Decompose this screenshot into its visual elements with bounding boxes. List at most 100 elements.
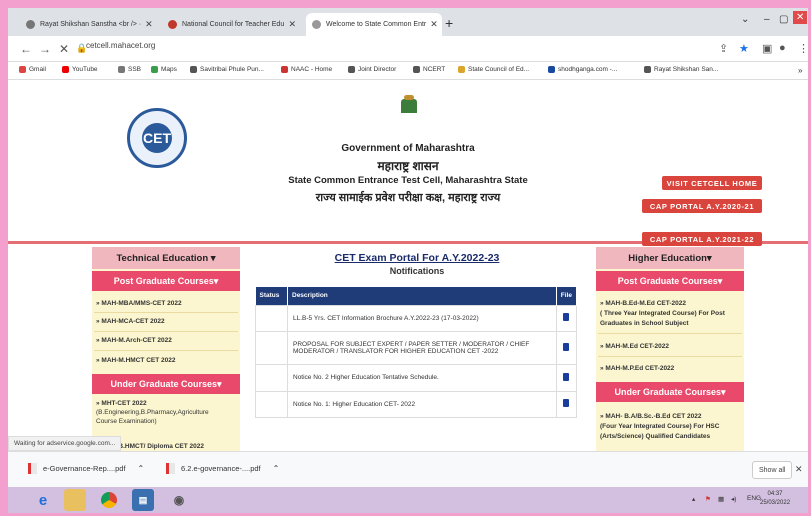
maximize-icon[interactable]: ▢	[779, 14, 788, 25]
tab-cetcell[interactable]: Welcome to State Common Entr ✕	[306, 13, 442, 36]
close-shelf-icon[interactable]: ✕	[795, 464, 803, 475]
bookmarks-bar: Gmail YouTube SSB Maps Savitribai Phule …	[8, 62, 808, 80]
globe-icon	[118, 66, 125, 73]
download-label: 6.2.e-governance-....pdf	[181, 464, 261, 473]
mca-cet-link[interactable]: » MAH-MCA-CET 2022	[96, 317, 165, 326]
ba-bsc-bed-cet-link[interactable]: » MAH- B.A/B.Sc.-B.Ed CET 2022	[600, 412, 702, 421]
bookmark-ncert[interactable]: NCERT	[413, 66, 445, 73]
cap-portal-2021-button[interactable]: CAP PORTAL A.Y.2021-22	[642, 232, 762, 246]
file-icon[interactable]	[563, 399, 570, 407]
flag-icon[interactable]: ⚑	[705, 495, 711, 503]
media-icon[interactable]: ◉	[168, 489, 190, 511]
bookmark-joint-director[interactable]: Joint Director	[348, 66, 396, 73]
tab-bar: Rayat Shikshan Sanstha <br /> · ✕ Nation…	[8, 8, 808, 36]
stop-icon[interactable]: ✕	[59, 42, 69, 56]
notification-link[interactable]: Notice No. 1: Higher Education CET- 2022	[287, 390, 557, 418]
bookmark-naac[interactable]: NAAC - Home	[281, 66, 332, 73]
maps-icon	[151, 66, 158, 73]
bookmark-ssb[interactable]: SSB	[118, 66, 141, 73]
bookmark-youtube[interactable]: YouTube	[62, 66, 98, 73]
share-icon[interactable]: ⇪	[719, 42, 728, 55]
mped-cet-link[interactable]: » MAH-M.P.Ed CET-2022	[600, 364, 674, 373]
file-icon[interactable]	[563, 313, 570, 321]
bed-med-desc: ( Three Year Integrated Course) For Post	[600, 310, 725, 317]
extensions-icon[interactable]: ▣	[762, 42, 772, 55]
right-pg-courses-menu[interactable]: Post Graduate Courses▾	[596, 271, 744, 291]
divider	[94, 350, 238, 351]
visit-cetcell-home-button[interactable]: VISIT CETCELL HOME	[662, 176, 762, 190]
tab-rayat[interactable]: Rayat Shikshan Sanstha <br /> · ✕	[20, 13, 158, 36]
bed-med-cet-link[interactable]: » MAH-B.Ed-M.Ed CET-2022	[600, 299, 686, 308]
more-bookmarks-icon[interactable]: »	[798, 66, 802, 75]
chevron-up-icon[interactable]: ⌃	[138, 464, 145, 473]
minimize-icon[interactable]: –	[764, 14, 770, 25]
file-explorer-icon[interactable]	[64, 489, 86, 511]
ie-icon[interactable]: e	[32, 489, 54, 511]
notification-link[interactable]: LL.B-5 Yrs. CET Information Brochure A.Y…	[287, 304, 557, 332]
globe-icon	[644, 66, 651, 73]
left-ug-courses-menu[interactable]: Under Graduate Courses▾	[92, 374, 240, 394]
bookmark-maps[interactable]: Maps	[151, 66, 177, 73]
new-tab-button[interactable]: +	[445, 15, 453, 31]
download-item[interactable]: 6.2.e-governance-....pdf ⌃	[166, 463, 279, 474]
bookmark-state-council[interactable]: State Council of Ed...	[458, 66, 529, 73]
back-icon[interactable]: ←	[20, 42, 32, 56]
network-icon[interactable]: ▦	[718, 495, 724, 503]
forward-icon[interactable]: →	[39, 42, 51, 56]
url-field[interactable]: cetcell.mahacet.org	[86, 41, 155, 50]
globe-icon	[413, 66, 420, 73]
close-window-icon[interactable]: ✕	[793, 11, 808, 24]
menu-icon[interactable]: ⋮	[798, 42, 808, 55]
gov-title-marathi: महाराष्ट्र शासन	[377, 159, 439, 173]
march-cet-link[interactable]: » MAH-M.Arch-CET 2022	[96, 336, 172, 345]
youtube-icon	[62, 66, 69, 73]
web-page: CET Government of Maharashtra महाराष्ट्र…	[8, 81, 808, 451]
table-header: Status Description File	[255, 287, 578, 305]
volume-icon[interactable]: ◂)	[731, 495, 736, 503]
close-tab-icon[interactable]: ✕	[141, 19, 153, 30]
bookmark-savitribai[interactable]: Savitribai Phule Pun...	[190, 66, 264, 73]
close-tab-icon[interactable]: ✕	[284, 19, 296, 30]
bookmark-rayat[interactable]: Rayat Shikshan San...	[644, 66, 718, 73]
file-icon[interactable]	[563, 372, 570, 381]
app-icon[interactable]: ▤	[132, 489, 154, 511]
bed-med-desc: Graduates in School Subject	[600, 320, 689, 327]
chevron-up-icon[interactable]: ⌃	[273, 464, 280, 473]
bookmark-label: Rayat Shikshan San...	[654, 66, 719, 73]
portal-title[interactable]: CET Exam Portal For A.Y.2022-23	[258, 252, 576, 264]
globe-icon	[190, 66, 197, 73]
notification-link[interactable]: Notice No. 2 Higher Education Tentative …	[287, 363, 557, 392]
right-ug-courses-menu[interactable]: Under Graduate Courses▾	[596, 382, 744, 402]
cap-portal-2020-button[interactable]: CAP PORTAL A.Y.2020-21	[642, 199, 762, 213]
profile-icon[interactable]: ●	[779, 42, 786, 54]
status-cell	[255, 330, 288, 365]
status-cell	[255, 363, 288, 392]
mht-cet-link[interactable]: » MHT-CET 2022	[96, 399, 147, 408]
bookmark-star-icon[interactable]: ★	[739, 42, 749, 55]
chrome-icon[interactable]	[98, 489, 120, 511]
tab-ncte[interactable]: National Council for Teacher Edu ✕	[162, 13, 302, 36]
divider	[94, 331, 238, 332]
technical-education-menu[interactable]: Technical Education ▾	[92, 247, 240, 269]
language-indicator[interactable]: ENG	[747, 495, 761, 502]
gmail-icon	[19, 66, 26, 73]
download-item[interactable]: e-Governance-Rep....pdf ⌃	[28, 463, 144, 474]
shodhganga-icon	[548, 66, 555, 73]
higher-education-menu[interactable]: Higher Education▾	[596, 247, 744, 269]
left-pg-courses-menu[interactable]: Post Graduate Courses▾	[92, 271, 240, 291]
notification-link[interactable]: PROPOSAL FOR SUBJECT EXPERT / PAPER SETT…	[287, 330, 557, 365]
cell-title-marathi: राज्य सामाईक प्रवेश परीक्षा कक्ष, महाराष…	[315, 192, 501, 204]
clock[interactable]: 04:37 25/03/2022	[760, 490, 790, 508]
bookmark-shodhganga[interactable]: shodhganga.com -...	[548, 66, 617, 73]
med-cet-link[interactable]: » MAH-M.Ed CET-2022	[600, 342, 669, 351]
divider	[94, 312, 238, 313]
file-cell	[555, 390, 578, 418]
tray-arrow-icon[interactable]: ▴	[692, 495, 695, 503]
show-all-button[interactable]: Show all	[752, 461, 793, 479]
mba-mms-cet-link[interactable]: » MAH-MBA/MMS-CET 2022	[96, 299, 182, 308]
close-tab-icon[interactable]: ✕	[426, 19, 438, 30]
file-icon[interactable]	[563, 342, 570, 351]
mhmct-cet-link[interactable]: » MAH-M.HMCT CET 2022	[96, 356, 175, 365]
tab-search-icon[interactable]: ⌄	[741, 14, 749, 25]
bookmark-gmail[interactable]: Gmail	[19, 66, 46, 73]
